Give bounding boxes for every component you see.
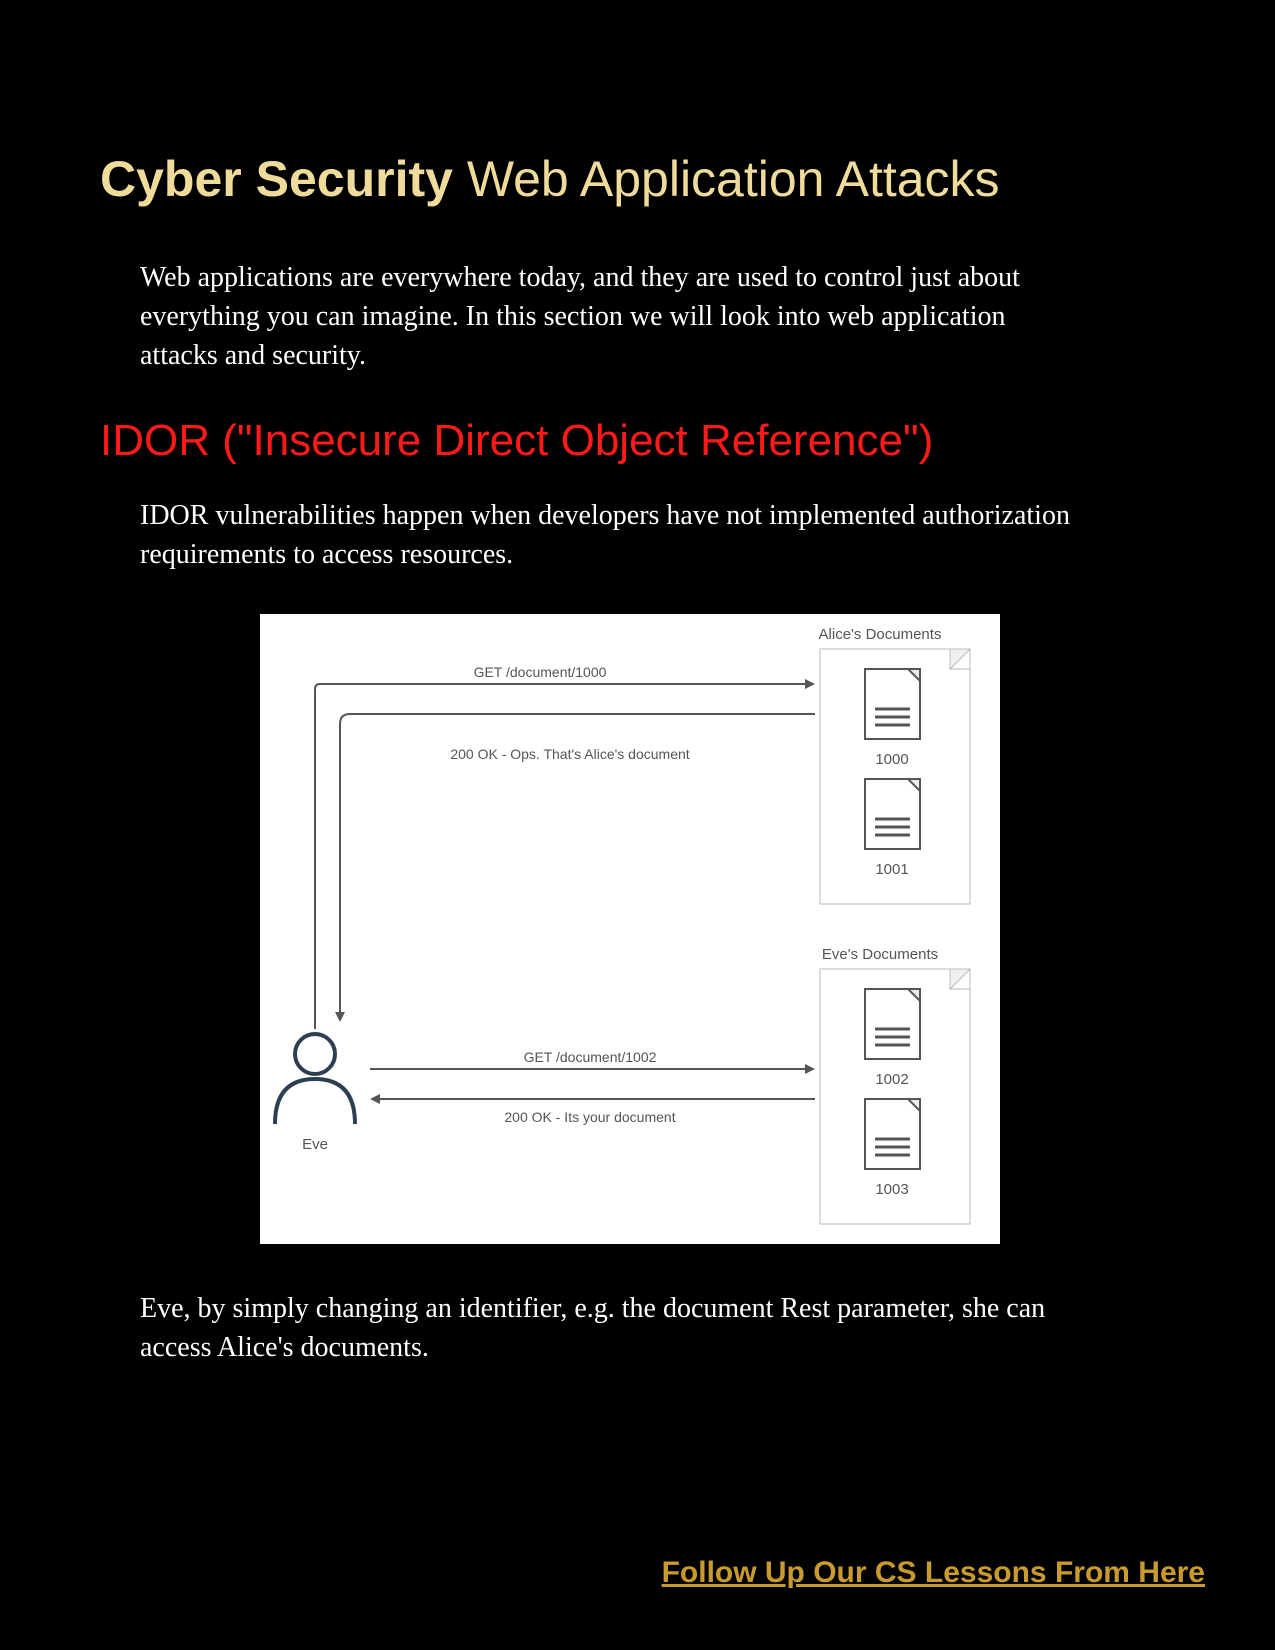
page-title: Cyber Security Web Application Attacks (100, 150, 1175, 208)
response-label-2: 200 OK - Its your document (504, 1109, 675, 1125)
title-light: Web Application Attacks (453, 151, 1000, 207)
doc-id-label: 1002 (875, 1071, 908, 1088)
alice-docs-label: Alice's Documents (819, 626, 942, 643)
idor-diagram: Alice's Documents 1000 (260, 614, 1175, 1249)
document-icon (865, 669, 920, 739)
eve-docs-label: Eve's Documents (822, 946, 938, 963)
response-label-1: 200 OK - Ops. That's Alice's document (450, 746, 689, 762)
intro-paragraph: Web applications are everywhere today, a… (140, 258, 1090, 376)
idor-description: IDOR vulnerabilities happen when develop… (140, 496, 1090, 574)
document-icon (865, 1099, 920, 1169)
section-heading: IDOR ("Insecure Direct Object Reference"… (100, 416, 1175, 466)
document-icon (865, 989, 920, 1059)
doc-id-label: 1000 (875, 751, 908, 768)
doc-id-label: 1001 (875, 861, 908, 878)
doc-id-label: 1003 (875, 1181, 908, 1198)
title-bold: Cyber Security (100, 151, 453, 207)
request-label-2: GET /document/1002 (524, 1049, 657, 1065)
user-label: Eve (302, 1136, 328, 1153)
footer-cs-lessons-link[interactable]: Follow Up Our CS Lessons From Here (662, 1556, 1205, 1590)
conclusion-paragraph: Eve, by simply changing an identifier, e… (140, 1289, 1090, 1367)
request-label-1: GET /document/1000 (474, 664, 607, 680)
document-icon (865, 779, 920, 849)
